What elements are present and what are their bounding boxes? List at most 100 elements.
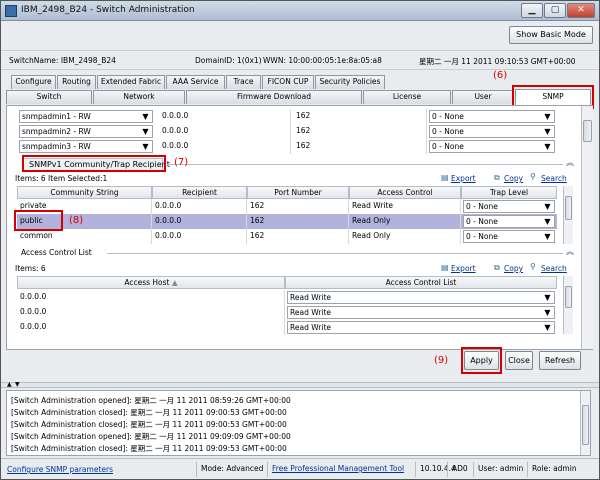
- snmpv3-level-select[interactable]: 0 - None ▼: [429, 125, 555, 138]
- community-row[interactable]: private 0.0.0.0 162 Read Write 0 - None ▼: [17, 199, 557, 214]
- collapse-up-icon[interactable]: ▲: [7, 381, 12, 388]
- tab-license[interactable]: License: [363, 90, 451, 104]
- close-button[interactable]: Close: [505, 351, 533, 370]
- collapse-section-icon[interactable]: ︽: [566, 246, 574, 257]
- snmpv3-level-select[interactable]: 0 - None ▼: [429, 140, 555, 153]
- tab-routing[interactable]: Routing: [57, 75, 96, 89]
- tab-trace[interactable]: Trace: [226, 75, 261, 89]
- acl-export-link[interactable]: Export: [451, 264, 476, 273]
- community-export-link[interactable]: Export: [451, 174, 476, 183]
- access-cell: Read Only: [349, 214, 461, 229]
- sort-ascending-icon: ▲: [171, 278, 178, 287]
- copy-icon: ⧉: [494, 263, 500, 272]
- col-trap-level[interactable]: Trap Level: [461, 186, 557, 199]
- community-row[interactable]: common 0.0.0.0 162 Read Only 0 - None ▼: [17, 229, 557, 244]
- scrollbar-thumb[interactable]: [565, 286, 572, 308]
- acl-search-link[interactable]: Search: [541, 264, 567, 273]
- col-port-number[interactable]: Port Number: [247, 186, 349, 199]
- col-recipient[interactable]: Recipient: [152, 186, 247, 199]
- panel-scrollbar[interactable]: [581, 106, 593, 349]
- community-copy-link[interactable]: Copy: [504, 174, 523, 183]
- acl-scrollbar[interactable]: [563, 276, 573, 334]
- scrollbar-thumb[interactable]: [583, 120, 592, 142]
- search-icon: ⚲: [530, 262, 536, 271]
- acl-row[interactable]: 0.0.0.0 Read Write ▼: [17, 290, 557, 305]
- close-window-button[interactable]: ✕: [567, 3, 595, 18]
- annotation-6: (6): [493, 70, 508, 81]
- pane-splitter[interactable]: ▲ ▼: [1, 381, 599, 388]
- tab-firmware-download[interactable]: Firmware Download: [186, 90, 362, 104]
- snmpv3-recipient: 0.0.0.0: [159, 139, 291, 154]
- dropdown-arrow-icon: ▼: [142, 127, 149, 136]
- tab-network[interactable]: Network: [93, 90, 185, 104]
- title-bar[interactable]: IBM_2498_B24 - Switch Administration ▁ ▢…: [1, 1, 599, 21]
- dropdown-arrow-icon: ▼: [544, 293, 551, 302]
- access-cell: Read Write: [349, 199, 461, 214]
- tab-user[interactable]: User: [452, 90, 514, 104]
- snmpv3-level-select[interactable]: 0 - None ▼: [429, 110, 555, 123]
- collapse-section-icon[interactable]: ︽: [566, 157, 574, 168]
- log-entry: [Switch Administration opened]: 星期二 一月 1…: [11, 432, 291, 441]
- export-icon: ▤: [441, 173, 449, 182]
- col-access-host[interactable]: Access Host ▲: [17, 276, 285, 289]
- access-host-cell: 0.0.0.0: [17, 320, 285, 335]
- scrollbar-thumb[interactable]: [565, 196, 572, 220]
- highlight-snmpv1-section: [22, 155, 166, 172]
- community-scrollbar[interactable]: [563, 186, 573, 244]
- col-access-control[interactable]: Access Control: [349, 186, 461, 199]
- copy-icon: ⧉: [494, 173, 500, 182]
- snmpv3-row[interactable]: snmpadmin1 - RW ▼ 0.0.0.0 162 0 - None ▼: [17, 109, 557, 124]
- snmpv3-row[interactable]: snmpadmin2 - RW ▼ 0.0.0.0 162 0 - None ▼: [17, 124, 557, 139]
- tab-aaa-service[interactable]: AAA Service: [166, 75, 225, 89]
- acl-select[interactable]: Read Write ▼: [287, 306, 555, 319]
- dropdown-arrow-icon: ▼: [544, 232, 551, 241]
- snmpv3-user-select[interactable]: snmpadmin1 - RW ▼: [19, 110, 153, 123]
- minimize-button[interactable]: ▁: [521, 3, 543, 18]
- status-message[interactable]: Configure SNMP parameters: [7, 465, 113, 474]
- tab-ficon-cup[interactable]: FICON CUP: [262, 75, 314, 89]
- maximize-button[interactable]: ▢: [544, 3, 566, 18]
- event-log: [Switch Administration opened]: 星期二 一月 1…: [6, 390, 591, 456]
- window-title: IBM_2498_B24 - Switch Administration: [21, 5, 195, 15]
- dropdown-arrow-icon: ▼: [544, 202, 551, 211]
- dropdown-arrow-icon: ▼: [544, 308, 551, 317]
- acl-select[interactable]: Read Write ▼: [287, 291, 555, 304]
- acl-copy-link[interactable]: Copy: [504, 264, 523, 273]
- snmpv3-port: 162: [293, 124, 427, 139]
- annotation-8: (8): [69, 215, 84, 226]
- wwn: WWN: 10:00:00:05:1e:8a:05:a8: [263, 56, 382, 65]
- status-mode: Mode: Advanced: [196, 462, 263, 477]
- apply-button[interactable]: Apply: [464, 351, 499, 370]
- status-ad: AD0: [447, 462, 468, 477]
- show-basic-mode-button[interactable]: Show Basic Mode: [509, 26, 593, 44]
- collapse-down-icon[interactable]: ▼: [15, 381, 20, 388]
- tab-switch[interactable]: Switch: [6, 90, 92, 104]
- status-tool-link[interactable]: Free Professional Management Tool: [267, 462, 404, 477]
- trap-level-select[interactable]: 0 - None ▼: [463, 215, 555, 228]
- tab-security-policies[interactable]: Security Policies: [315, 75, 385, 89]
- access-host-cell: 0.0.0.0: [17, 290, 285, 305]
- snmpv3-row[interactable]: snmpadmin3 - RW ▼ 0.0.0.0 162 0 - None ▼: [17, 139, 557, 154]
- snmpv3-user-select[interactable]: snmpadmin2 - RW ▼: [19, 125, 153, 138]
- community-search-link[interactable]: Search: [541, 174, 567, 183]
- acl-section-title[interactable]: Access Control List: [21, 248, 92, 257]
- log-scrollbar[interactable]: [580, 391, 590, 455]
- tab-configure[interactable]: Configure: [11, 75, 56, 89]
- acl-row[interactable]: 0.0.0.0 Read Write ▼: [17, 305, 557, 320]
- tab-extended-fabric[interactable]: Extended Fabric: [97, 75, 165, 89]
- annotation-9: (9): [434, 355, 449, 366]
- recipient-cell: 0.0.0.0: [152, 214, 247, 229]
- refresh-button[interactable]: Refresh: [539, 351, 581, 370]
- community-row-selected[interactable]: public 0.0.0.0 162 Read Only 0 - None ▼: [17, 214, 557, 229]
- scrollbar-thumb[interactable]: [582, 405, 589, 445]
- acl-row[interactable]: 0.0.0.0 Read Write ▼: [17, 320, 557, 335]
- trap-level-select[interactable]: 0 - None ▼: [463, 200, 555, 213]
- dropdown-arrow-icon: ▼: [142, 112, 149, 121]
- col-community-string[interactable]: Community String: [17, 186, 152, 199]
- acl-select[interactable]: Read Write ▼: [287, 321, 555, 334]
- dropdown-arrow-icon: ▼: [544, 217, 551, 226]
- trap-level-select[interactable]: 0 - None ▼: [463, 230, 555, 243]
- search-icon: ⚲: [530, 172, 536, 181]
- col-access-control-list[interactable]: Access Control List: [285, 276, 557, 289]
- snmpv3-user-select[interactable]: snmpadmin3 - RW ▼: [19, 140, 153, 153]
